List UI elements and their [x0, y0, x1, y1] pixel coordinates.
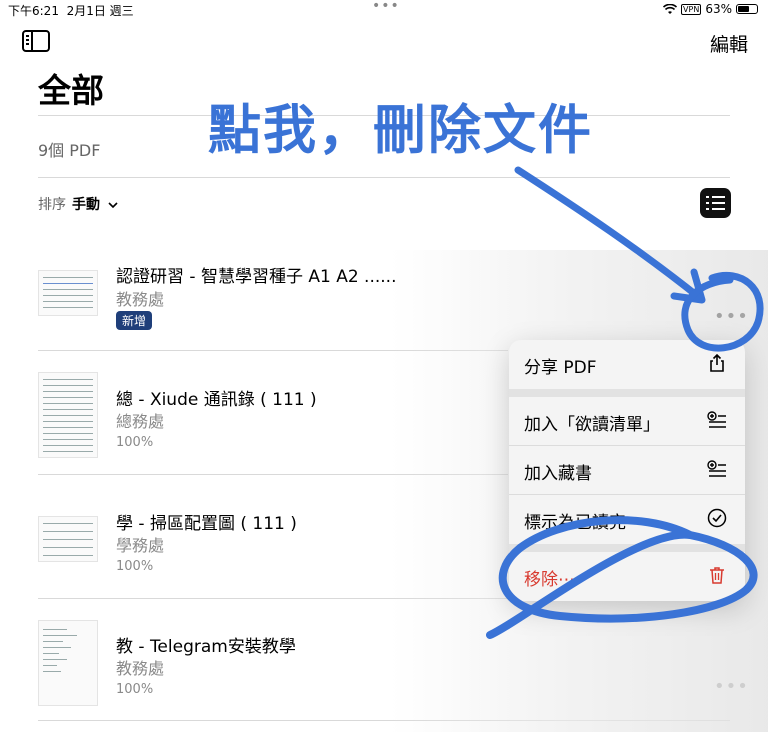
annotation-drawing [486, 166, 764, 639]
annotation-arrow [514, 166, 706, 304]
annotation-circle-remove [486, 516, 758, 639]
